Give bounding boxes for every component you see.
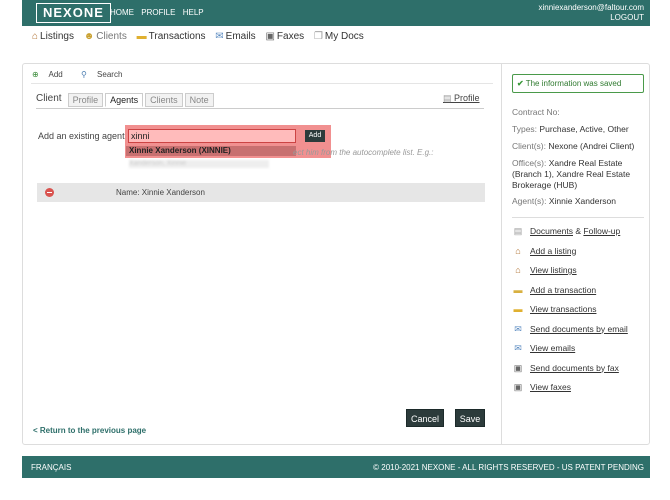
- fax-view-icon: ▣: [513, 382, 523, 392]
- autocomplete-hint: ect him from the autocomplete list. E.g.…: [293, 148, 434, 157]
- sub-nav: ⌂ Listings ☻ Clients ▬ Transactions ✉ Emails…: [32, 31, 371, 42]
- action-view-transactions[interactable]: ▬ View transactions: [512, 304, 628, 324]
- add-agent-button[interactable]: Add: [305, 130, 325, 142]
- subnav-clients[interactable]: ☻ Clients: [84, 31, 127, 42]
- sidebar-actions: ▤ Documents & Follow-up ⌂ Add a listing ⌂ V…: [512, 226, 628, 402]
- footer: FRANÇAIS © 2010-2021 NEXONE - ALL RIGHTS…: [22, 456, 650, 478]
- remove-icon[interactable]: [45, 188, 54, 197]
- tab-agents[interactable]: Agents: [105, 93, 144, 107]
- return-link[interactable]: < Return to the previous page: [33, 426, 146, 435]
- tab-note[interactable]: Note: [184, 93, 214, 107]
- nav-help[interactable]: HELP: [183, 8, 204, 17]
- agents-line: Agent(s): Xinnie Xanderson: [512, 196, 616, 206]
- add-agent-label: Add an existing agent: [38, 131, 125, 141]
- house-icon: ⌂: [32, 31, 39, 42]
- subnav-mydocs[interactable]: ❐ My Docs: [314, 31, 364, 42]
- user-email: xinniexanderson@faltour.com: [538, 3, 644, 12]
- contract-no: Contract No:: [512, 107, 560, 117]
- language-link[interactable]: FRANÇAIS: [31, 463, 71, 472]
- nexone-logo[interactable]: NEXONE: [36, 3, 111, 23]
- envelope-icon: ✉: [514, 343, 522, 353]
- tab-bar: Client Profile Agents Clients Note: [36, 93, 216, 107]
- fax-icon: ▣: [513, 362, 523, 373]
- envelope-icon: ✉: [215, 31, 224, 42]
- folder-icon: ▬: [136, 31, 147, 42]
- tab-profile[interactable]: Profile: [67, 93, 104, 107]
- agent-search-input[interactable]: xinni: [128, 129, 296, 143]
- subnav-listings[interactable]: ⌂ Listings: [32, 31, 74, 42]
- agent-row: Name: Xinnie Xanderson: [37, 183, 485, 202]
- save-button[interactable]: Save: [455, 409, 485, 427]
- toolbar: ⊕ Add ⚲ Search: [32, 70, 138, 79]
- right-pane: ✔ The information was saved Contract No: …: [501, 64, 649, 444]
- action-documents[interactable]: ▤ Documents & Follow-up: [512, 226, 628, 246]
- search-button[interactable]: ⚲ Search: [81, 70, 130, 79]
- houses-icon: ⌂: [515, 265, 521, 275]
- profile-doc-icon: ▤: [443, 93, 455, 103]
- agent-name: Name: Xinnie Xanderson: [116, 188, 205, 197]
- subnav-faxes[interactable]: ▣ Faxes: [265, 31, 304, 42]
- top-bar: NEXONE HOME PROFILE HELP xinniexanderson…: [22, 0, 650, 26]
- profile-link[interactable]: ▤ Profile: [443, 93, 480, 104]
- add-button[interactable]: ⊕ Add: [32, 70, 71, 79]
- action-send-email[interactable]: ✉ Send documents by email: [512, 324, 628, 344]
- clients-icon: ☻: [83, 31, 95, 42]
- nav-profile[interactable]: PROFILE: [141, 8, 175, 17]
- autocomplete-suggestion[interactable]: Xinnie Xanderson (XINNIE): [126, 146, 296, 156]
- fax-icon: ▣: [265, 31, 275, 42]
- action-send-fax[interactable]: ▣ Send documents by fax: [512, 363, 628, 383]
- cancel-button[interactable]: Cancel: [406, 409, 444, 427]
- toolbar-divider: [31, 83, 493, 84]
- tab-title: Client: [36, 93, 62, 104]
- subnav-emails[interactable]: ✉ Emails: [215, 31, 255, 42]
- plus-icon: ⊕: [32, 70, 39, 79]
- logout-link[interactable]: LOGOUT: [538, 13, 644, 23]
- subnav-transactions[interactable]: ▬ Transactions: [137, 31, 206, 42]
- docs-icon: ❐: [313, 31, 323, 42]
- folder-add-icon: ▬: [513, 284, 523, 295]
- search-icon: ⚲: [80, 70, 87, 79]
- folder-open-icon: ▬: [513, 304, 523, 314]
- action-add-transaction[interactable]: ▬ Add a transaction: [512, 285, 628, 305]
- tab-clients[interactable]: Clients: [145, 93, 183, 107]
- house-icon: ⌂: [515, 245, 521, 256]
- left-pane: ⊕ Add ⚲ Search Client Profile Agents Cli…: [23, 64, 501, 444]
- offices-line: Office(s): Xandre Real Estate (Branch 1)…: [512, 158, 631, 190]
- sidebar-divider: [512, 217, 644, 218]
- action-add-listing[interactable]: ⌂ Add a listing: [512, 246, 628, 266]
- document-icon: ▤: [513, 226, 523, 236]
- blurred-example: Xanderson, Xinnie: [129, 160, 269, 168]
- clients-line: Client(s): Nexone (Andrei Client): [512, 141, 635, 151]
- types-line: Types: Purchase, Active, Other: [512, 124, 629, 134]
- action-view-listings[interactable]: ⌂ View listings: [512, 265, 628, 285]
- main-panel: ⊕ Add ⚲ Search Client Profile Agents Cli…: [22, 63, 650, 445]
- action-view-faxes[interactable]: ▣ View faxes: [512, 382, 628, 402]
- tab-divider: [36, 108, 484, 109]
- saved-message: ✔ The information was saved: [512, 74, 644, 93]
- copyright: © 2010-2021 NEXONE - ALL RIGHTS RESERVED…: [373, 463, 644, 472]
- email-send-icon: ✉: [514, 323, 522, 334]
- top-nav: HOME PROFILE HELP: [110, 8, 209, 17]
- check-icon: ✔: [517, 79, 524, 88]
- user-box: xinniexanderson@faltour.com LOGOUT: [538, 3, 644, 23]
- action-view-emails[interactable]: ✉ View emails: [512, 343, 628, 363]
- nav-home[interactable]: HOME: [110, 8, 134, 17]
